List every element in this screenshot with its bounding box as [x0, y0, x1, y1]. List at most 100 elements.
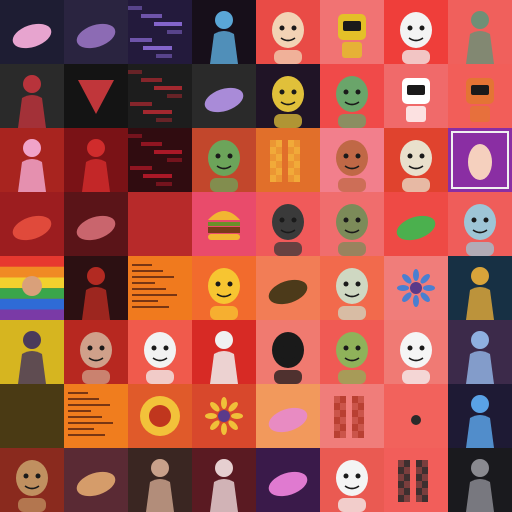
- tile-artwork: [402, 78, 430, 122]
- tile-red-devil-figure[interactable]: [64, 128, 128, 192]
- tile-artwork: [68, 392, 113, 436]
- tile-green-alien-sketch[interactable]: [320, 64, 384, 128]
- tile-artwork: [268, 407, 308, 433]
- tile-santa-character[interactable]: [384, 0, 448, 64]
- tile-artwork: [400, 12, 432, 64]
- tile-ghostly-blue-figure[interactable]: [448, 320, 512, 384]
- tile-artwork: [268, 279, 308, 305]
- tile-yellow-demon-dog[interactable]: [256, 64, 320, 128]
- tile-artwork: [128, 6, 182, 58]
- tile-artwork: [144, 332, 176, 384]
- tile-artwork: [82, 139, 110, 192]
- tile-pixel-rainbow-figure[interactable]: [320, 384, 384, 448]
- tile-tiny-character-red[interactable]: [384, 384, 448, 448]
- tile-red-pixel-glitch[interactable]: [128, 128, 192, 192]
- tile-burger-kanji-art[interactable]: [192, 192, 256, 256]
- tile-artwork: [466, 78, 494, 122]
- tile-girl-figure-photo[interactable]: [192, 448, 256, 512]
- tile-cowboy-portrait[interactable]: [0, 448, 64, 512]
- tile-artwork: [146, 459, 174, 512]
- tile-party-pinata[interactable]: [0, 128, 64, 192]
- tile-yellow-robot-character[interactable]: [320, 0, 384, 64]
- tile-artwork: [400, 332, 432, 384]
- tile-astronaut-character[interactable]: [448, 64, 512, 128]
- tile-pixel-suit-man[interactable]: [384, 448, 448, 512]
- tile-artwork: [76, 471, 116, 497]
- tile-goblin-character[interactable]: [192, 128, 256, 192]
- tile-green-alien-pointing[interactable]: [320, 320, 384, 384]
- tile-artwork: [466, 11, 494, 64]
- tile-penguin-character[interactable]: [256, 320, 320, 384]
- tile-artwork: [272, 204, 304, 256]
- tile-hat-sunglasses-figure[interactable]: [256, 192, 320, 256]
- tile-artwork: [0, 384, 64, 448]
- tile-skull-cat-character[interactable]: [128, 320, 192, 384]
- tile-red-triangle-abstract[interactable]: [64, 64, 128, 128]
- tile-artwork: [396, 215, 436, 241]
- tile-pink-sparkle-figure[interactable]: [256, 448, 320, 512]
- tile-penguin-horns-character[interactable]: [320, 448, 384, 512]
- tile-artwork: [78, 80, 114, 114]
- tile-two-men-photo[interactable]: [128, 448, 192, 512]
- tile-cat-hoodie-character[interactable]: [320, 128, 384, 192]
- tile-sunflower-sunglasses-face[interactable]: [192, 256, 256, 320]
- tile-artwork: [336, 140, 368, 192]
- tile-artwork: [76, 215, 116, 241]
- tile-golden-flower-cluster[interactable]: [192, 384, 256, 448]
- tile-artwork: [466, 267, 494, 320]
- tile-artwork: [18, 139, 46, 192]
- tile-bubble-monster[interactable]: [320, 192, 384, 256]
- tile-crowned-creature[interactable]: [256, 256, 320, 320]
- tile-glowing-figure-dark[interactable]: [192, 0, 256, 64]
- tile-zombie-character[interactable]: [448, 0, 512, 64]
- tile-sun-face-emblem[interactable]: [128, 384, 192, 448]
- tile-orange-text-list[interactable]: [64, 384, 128, 448]
- tile-artwork: [272, 332, 304, 384]
- tile-pink-duck-figure[interactable]: [256, 384, 320, 448]
- tile-artwork: [336, 268, 368, 320]
- tile-artwork: [16, 460, 48, 512]
- tile-red-tribal-figure[interactable]: [0, 64, 64, 128]
- tile-artwork: [12, 215, 52, 241]
- tile-egyptian-figure[interactable]: [448, 256, 512, 320]
- tile-phone-character[interactable]: [384, 64, 448, 128]
- tile-artwork: [272, 76, 304, 128]
- tile-dark-gold-gradient[interactable]: [0, 384, 64, 448]
- tile-fire-breathing-creature[interactable]: [384, 128, 448, 192]
- tile-artwork: [210, 331, 238, 384]
- tile-cartoon-hand-frame[interactable]: [448, 128, 512, 192]
- tile-green-sneaker[interactable]: [384, 192, 448, 256]
- tile-woman-portrait-illustration[interactable]: [256, 0, 320, 64]
- tile-purple-glitch-art[interactable]: [128, 0, 192, 64]
- tile-dark-photo-figure[interactable]: [448, 448, 512, 512]
- tile-artwork: [270, 140, 300, 182]
- tile-kitsune-mask[interactable]: [384, 320, 448, 384]
- tile-horned-red-figure[interactable]: [64, 256, 128, 320]
- tile-raccoon-character[interactable]: [448, 192, 512, 256]
- tile-robot-spider-yellow[interactable]: [0, 320, 64, 384]
- tile-plain-red-gradient[interactable]: [128, 192, 192, 256]
- tile-pixel-sunglasses-face[interactable]: [256, 128, 320, 192]
- tile-sunset-river-photo[interactable]: [64, 448, 128, 512]
- tile-rainbow-flag-figure[interactable]: [0, 256, 64, 320]
- tile-pale-figure-hat[interactable]: [320, 256, 384, 320]
- tile-red-sky-landscape[interactable]: [64, 192, 128, 256]
- tile-red-fish-creature[interactable]: [0, 192, 64, 256]
- tile-purple-shoe-object[interactable]: [192, 64, 256, 128]
- tile-artwork: [80, 332, 112, 384]
- tile-dark-flower-field[interactable]: [64, 0, 128, 64]
- tile-night-sky-pink-object[interactable]: [0, 0, 64, 64]
- tile-green-star-flower[interactable]: [384, 256, 448, 320]
- tile-artwork: [466, 395, 494, 448]
- tile-man-red-suit[interactable]: [192, 320, 256, 384]
- tile-red-geometric-art[interactable]: [128, 64, 192, 128]
- tile-blue-lightning-figure[interactable]: [448, 384, 512, 448]
- tile-artwork: [210, 459, 238, 512]
- tile-man-portrait-photo[interactable]: [64, 320, 128, 384]
- tile-artwork: [208, 211, 240, 240]
- tile-artwork: [210, 11, 238, 64]
- tile-artwork: [132, 264, 177, 308]
- tile-orange-text-card[interactable]: [128, 256, 192, 320]
- tile-artwork: [12, 23, 52, 49]
- tile-artwork: [272, 12, 304, 64]
